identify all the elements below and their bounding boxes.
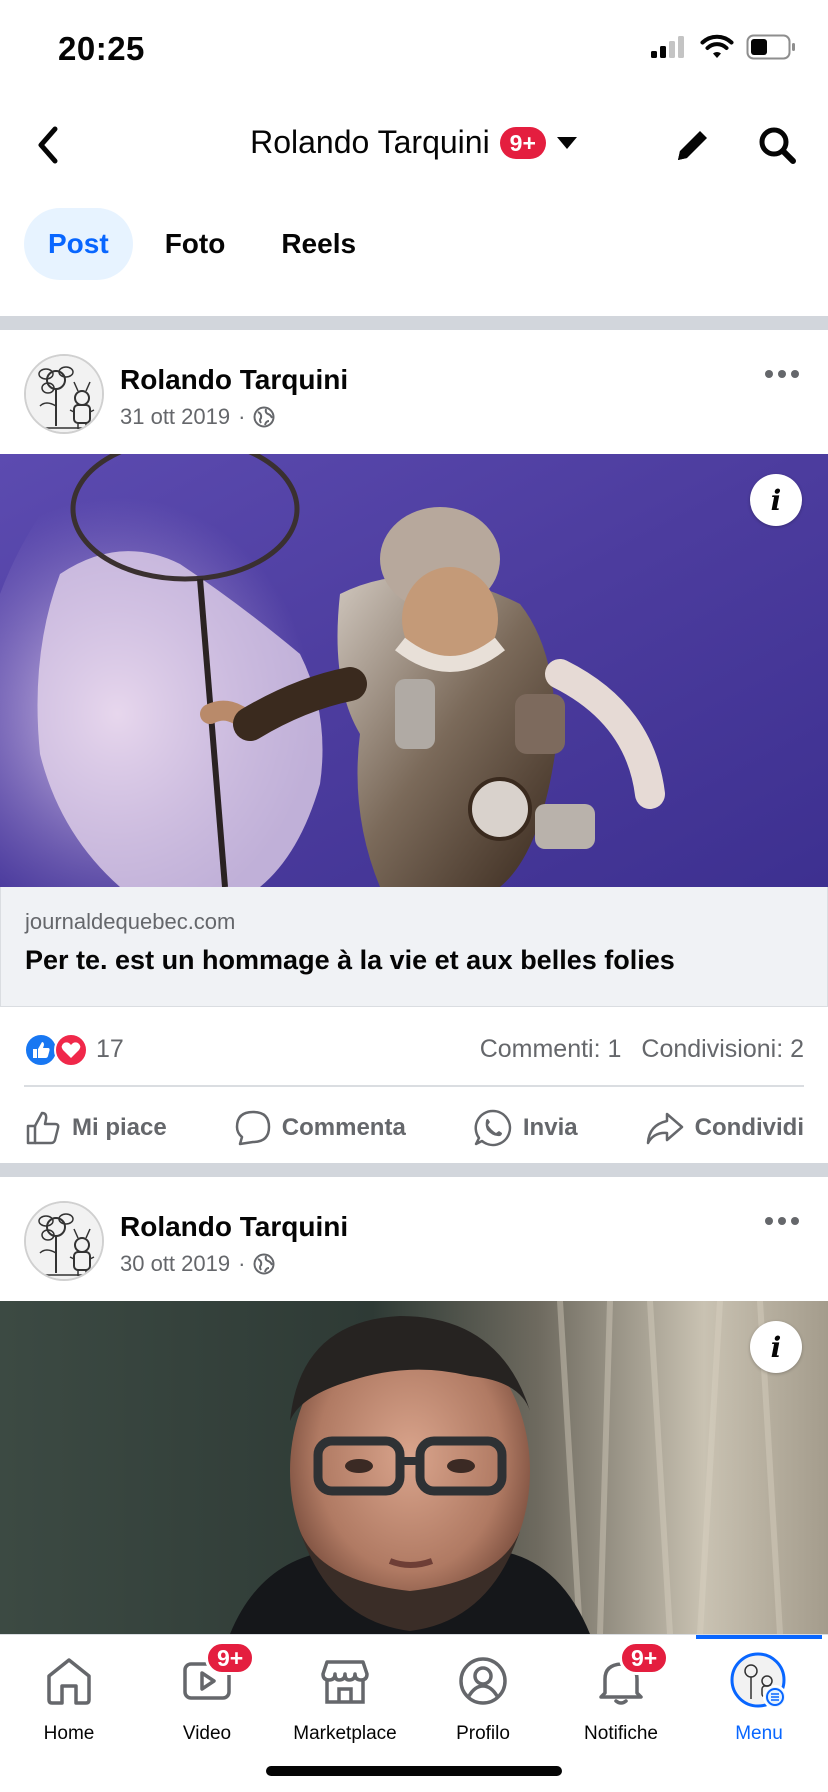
post-date[interactable]: 31 ott 2019	[120, 404, 230, 430]
post-meta: 30 ott 2019 ·	[120, 1251, 275, 1277]
whatsapp-icon	[474, 1109, 512, 1147]
nav-marketplace-label: Marketplace	[293, 1723, 397, 1744]
store-icon	[321, 1660, 369, 1704]
thumbs-up-icon	[26, 1111, 60, 1145]
post-header: Rolando Tarquini 30 ott 2019 ·	[0, 1177, 828, 1301]
post-image[interactable]: i	[0, 1301, 828, 1634]
avatar-drawing-icon	[26, 356, 102, 432]
more-icon	[765, 370, 799, 378]
profile-header: Rolando Tarquini 9+	[0, 100, 828, 190]
reaction-icons[interactable]	[24, 1033, 88, 1067]
nav-profile[interactable]: Profilo	[414, 1651, 552, 1745]
reaction-count[interactable]: 17	[96, 1035, 124, 1064]
section-divider	[0, 316, 828, 330]
link-domain: journaldequebec.com	[25, 909, 236, 934]
wifi-icon	[700, 34, 734, 58]
info-button[interactable]: i	[750, 474, 802, 526]
active-tab-indicator	[696, 1635, 822, 1639]
avatar[interactable]	[24, 1201, 104, 1281]
tab-reels[interactable]: Reels	[257, 208, 380, 280]
avatar[interactable]	[24, 354, 104, 434]
nav-menu[interactable]: Menu	[690, 1651, 828, 1745]
globe-icon	[253, 1253, 275, 1275]
nav-notifications-icon-wrap: 9+	[591, 1641, 670, 1711]
meta-separator: ·	[238, 404, 246, 429]
nav-profile-icon-wrap	[453, 1651, 513, 1711]
send-button[interactable]: Invia	[473, 1108, 578, 1148]
link-title: Per te. est un hommage à la vie et aux b…	[25, 945, 675, 975]
video-badge: 9+	[205, 1641, 256, 1675]
post-author[interactable]: Rolando Tarquini	[120, 364, 348, 396]
nav-profile-label: Profilo	[456, 1723, 510, 1744]
post-meta: 31 ott 2019 ·	[120, 404, 275, 430]
like-reaction-icon	[24, 1033, 58, 1067]
nav-marketplace[interactable]: Marketplace	[276, 1651, 414, 1745]
meta-separator: ·	[238, 1251, 246, 1276]
more-options-button[interactable]	[762, 362, 802, 386]
theatre-photo	[0, 454, 828, 887]
post-card: Rolando Tarquini 31 ott 2019 · i journal…	[0, 330, 828, 1169]
notifications-badge: 9+	[619, 1641, 670, 1675]
comments-count[interactable]: Commenti: 1	[480, 1035, 622, 1064]
like-button[interactable]: Mi piace	[24, 1109, 167, 1147]
caret-down-icon	[556, 136, 577, 149]
pencil-icon	[678, 131, 707, 160]
page-title: Rolando Tarquini	[250, 124, 490, 160]
status-bar: 20:25	[0, 0, 828, 100]
post-date[interactable]: 30 ott 2019	[120, 1251, 230, 1277]
profile-icon	[459, 1657, 507, 1705]
edit-button[interactable]	[668, 120, 718, 170]
nav-marketplace-icon-wrap	[315, 1651, 375, 1711]
status-time: 20:25	[58, 30, 145, 67]
engagement-counts: Commenti: 1 Condivisioni: 2	[480, 1035, 804, 1064]
nav-menu-icon-wrap	[729, 1651, 789, 1711]
post-image[interactable]: i	[0, 454, 828, 887]
comment-button[interactable]: Commenta	[234, 1109, 406, 1147]
tab-post[interactable]: Post	[24, 208, 133, 280]
love-reaction-icon	[54, 1033, 88, 1067]
shares-count[interactable]: Condivisioni: 2	[641, 1035, 804, 1064]
more-options-button[interactable]	[762, 1209, 802, 1233]
avatar-drawing-icon	[26, 1203, 102, 1279]
section-divider	[0, 1163, 828, 1177]
nav-video[interactable]: 9+ Video	[138, 1641, 276, 1745]
more-icon	[765, 1217, 799, 1225]
nav-notifications-label: Notifiche	[584, 1723, 658, 1744]
post-actions: Mi piace Commenta Invia Condividi	[0, 1087, 828, 1169]
nav-home-label: Home	[43, 1723, 95, 1744]
post-card: Rolando Tarquini 30 ott 2019 · i	[0, 1177, 828, 1634]
profile-tabs: Post Foto Reels	[24, 208, 380, 280]
home-indicator[interactable]	[266, 1766, 562, 1776]
comment-label: Commenta	[281, 1114, 406, 1141]
share-button[interactable]: Condividi	[645, 1110, 804, 1146]
search-icon	[759, 127, 796, 164]
post-header: Rolando Tarquini 31 ott 2019 ·	[0, 330, 828, 454]
search-button[interactable]	[752, 120, 802, 170]
nav-notifications[interactable]: 9+ Notifiche	[552, 1641, 690, 1745]
post-author[interactable]: Rolando Tarquini	[120, 1211, 348, 1243]
status-icons	[650, 34, 796, 60]
info-button[interactable]: i	[750, 1321, 802, 1373]
comment-icon	[235, 1110, 271, 1146]
nav-menu-label: Menu	[735, 1723, 783, 1744]
portrait-photo	[0, 1301, 828, 1634]
nav-home[interactable]: Home	[0, 1651, 138, 1745]
send-label: Invia	[522, 1114, 578, 1141]
nav-video-icon-wrap: 9+	[177, 1641, 256, 1711]
share-label: Condividi	[694, 1114, 804, 1141]
link-preview[interactable]: journaldequebec.com Per te. est un homma…	[0, 887, 828, 1007]
signal-icon	[651, 36, 684, 58]
globe-icon	[253, 406, 275, 428]
like-label: Mi piace	[72, 1114, 167, 1141]
title-badge: 9+	[499, 126, 546, 159]
home-icon	[47, 1658, 91, 1705]
battery-icon	[746, 34, 795, 60]
tab-foto[interactable]: Foto	[141, 208, 250, 280]
menu-avatar-icon	[730, 1652, 787, 1709]
nav-video-label: Video	[182, 1723, 232, 1744]
share-icon	[646, 1112, 683, 1145]
reactions-row: 17 Commenti: 1 Condivisioni: 2	[0, 1007, 828, 1085]
nav-home-icon-wrap	[39, 1651, 99, 1711]
